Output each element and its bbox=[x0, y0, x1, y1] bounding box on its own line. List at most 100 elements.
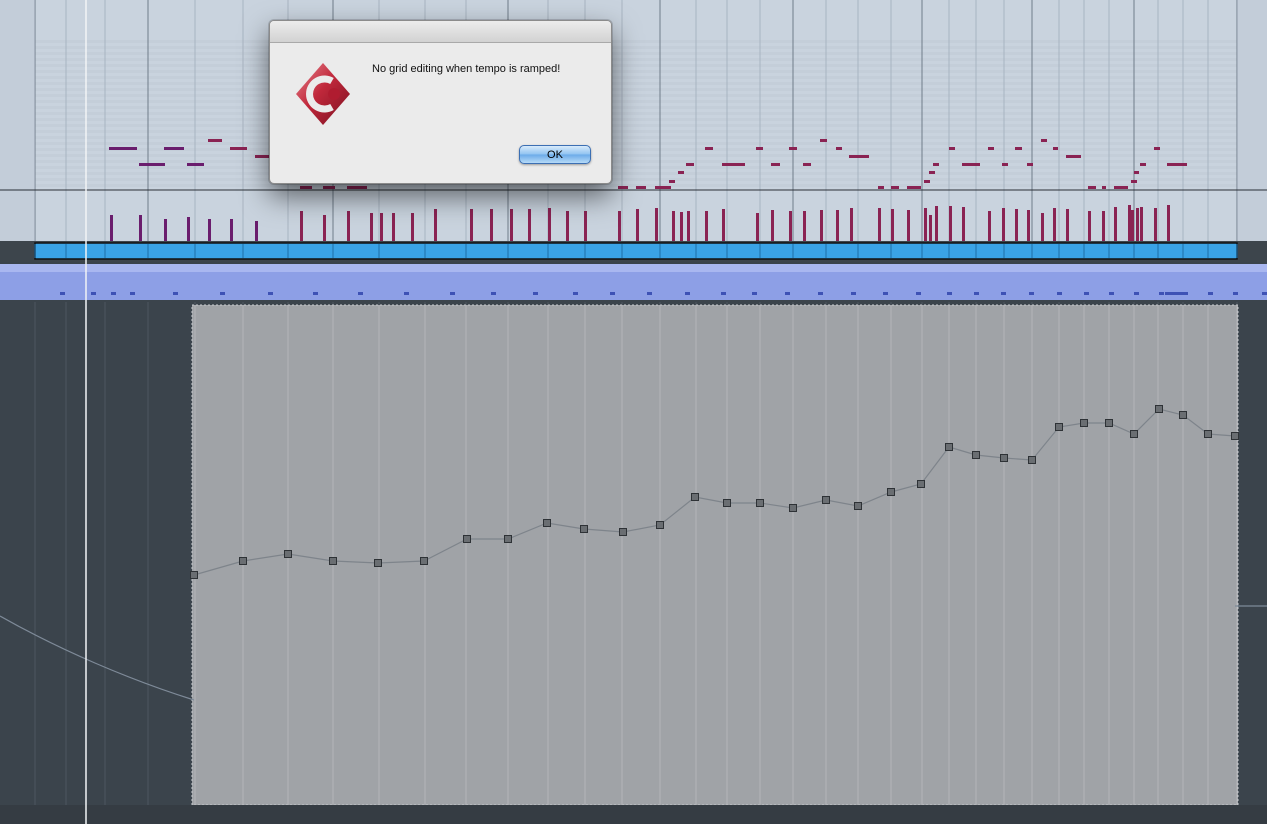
tempo-marker-tick bbox=[91, 292, 96, 295]
tempo-lane-selection[interactable] bbox=[191, 304, 1239, 806]
tempo-point bbox=[284, 550, 292, 558]
velocity-bar bbox=[528, 209, 531, 241]
velocity-bar bbox=[510, 209, 513, 241]
tempo-marker-tick bbox=[1029, 292, 1034, 295]
tempo-marker-tick bbox=[1084, 292, 1089, 295]
velocity-bar bbox=[1015, 209, 1018, 241]
tempo-marker-tick bbox=[404, 292, 409, 295]
dialog-titlebar[interactable] bbox=[270, 21, 611, 43]
velocity-bar bbox=[1053, 208, 1056, 241]
midi-note bbox=[1066, 155, 1081, 158]
tempo-marker-tick bbox=[1262, 292, 1267, 295]
midi-note bbox=[1114, 186, 1128, 189]
tempo-marker-tick bbox=[974, 292, 979, 295]
midi-note bbox=[1041, 139, 1047, 142]
tempo-point bbox=[1080, 419, 1088, 427]
midi-note bbox=[678, 171, 684, 174]
pitch-row bbox=[35, 130, 1237, 133]
tempo-marker-tick bbox=[173, 292, 178, 295]
tempo-marker-tick bbox=[721, 292, 726, 295]
tempo-marker-tick bbox=[1134, 292, 1139, 295]
velocity-bar bbox=[300, 211, 303, 241]
pitch-row bbox=[35, 172, 1237, 175]
velocity-bar bbox=[636, 209, 639, 241]
tempo-point bbox=[945, 443, 953, 451]
velocity-bar bbox=[949, 206, 952, 241]
midi-note bbox=[929, 171, 935, 174]
velocity-bar bbox=[230, 219, 233, 241]
tempo-marker-tick bbox=[610, 292, 615, 295]
tempo-marker-tick bbox=[1233, 292, 1238, 295]
midi-note bbox=[208, 139, 222, 142]
velocity-bar bbox=[110, 215, 113, 241]
midi-note bbox=[1154, 147, 1160, 150]
midi-note bbox=[907, 186, 921, 189]
tempo-marker-tick bbox=[533, 292, 538, 295]
midi-note bbox=[323, 186, 335, 189]
tempo-marker-tick bbox=[1159, 292, 1164, 295]
midi-note bbox=[924, 180, 930, 183]
midi-note bbox=[300, 186, 312, 189]
midi-note bbox=[722, 163, 745, 166]
tempo-point bbox=[190, 571, 198, 579]
tempo-track-bar-highlight bbox=[0, 264, 1267, 272]
tempo-point bbox=[656, 521, 664, 529]
pitch-row bbox=[35, 178, 1237, 181]
tempo-marker-tick bbox=[1109, 292, 1114, 295]
velocity-bar bbox=[411, 213, 414, 241]
velocity-bar bbox=[756, 213, 759, 241]
midi-note bbox=[771, 163, 780, 166]
midi-note bbox=[139, 163, 165, 166]
tempo-marker-tick bbox=[916, 292, 921, 295]
velocity-bar bbox=[139, 215, 142, 241]
velocity-bar bbox=[1066, 209, 1069, 241]
tempo-marker-tick bbox=[111, 292, 116, 295]
pitch-row bbox=[35, 94, 1237, 97]
midi-note bbox=[1102, 186, 1106, 189]
tempo-marker-tick bbox=[450, 292, 455, 295]
tempo-point bbox=[239, 557, 247, 565]
velocity-bar bbox=[803, 211, 806, 241]
tempo-point bbox=[420, 557, 428, 565]
tempo-marker-tick bbox=[685, 292, 690, 295]
velocity-bar bbox=[687, 211, 690, 241]
midi-note bbox=[655, 186, 671, 189]
pitch-row bbox=[35, 166, 1237, 169]
velocity-bar bbox=[924, 208, 927, 241]
velocity-bar bbox=[1114, 207, 1117, 241]
pitch-row bbox=[35, 40, 1237, 43]
midi-note bbox=[187, 163, 204, 166]
velocity-bar bbox=[584, 211, 587, 241]
velocity-bar bbox=[789, 211, 792, 241]
pitch-row bbox=[35, 124, 1237, 127]
velocity-bar bbox=[490, 209, 493, 241]
tempo-point bbox=[917, 480, 925, 488]
velocity-bar bbox=[655, 208, 658, 241]
midi-note bbox=[1015, 147, 1022, 150]
velocity-bar bbox=[1102, 211, 1105, 241]
tempo-point bbox=[580, 525, 588, 533]
velocity-bar bbox=[618, 211, 621, 241]
tempo-point bbox=[1055, 423, 1063, 431]
pitch-row bbox=[35, 142, 1237, 145]
midi-note bbox=[230, 147, 247, 150]
velocity-bar bbox=[255, 221, 258, 241]
tempo-marker-tick bbox=[313, 292, 318, 295]
velocity-bar bbox=[988, 211, 991, 241]
velocity-bar bbox=[850, 208, 853, 241]
tempo-point bbox=[1028, 456, 1036, 464]
tempo-marker-tick bbox=[491, 292, 496, 295]
pitch-row bbox=[35, 46, 1237, 49]
velocity-bar bbox=[891, 209, 894, 241]
midi-part-event[interactable] bbox=[34, 242, 1238, 260]
tempo-point bbox=[756, 499, 764, 507]
midi-note bbox=[836, 147, 842, 150]
midi-note bbox=[891, 186, 899, 189]
ok-button[interactable]: OK bbox=[519, 145, 591, 164]
velocity-bar bbox=[392, 213, 395, 241]
midi-note bbox=[962, 163, 980, 166]
midi-note bbox=[849, 155, 869, 158]
midi-note bbox=[1167, 163, 1187, 166]
midi-note bbox=[618, 186, 628, 189]
velocity-bar bbox=[208, 219, 211, 241]
